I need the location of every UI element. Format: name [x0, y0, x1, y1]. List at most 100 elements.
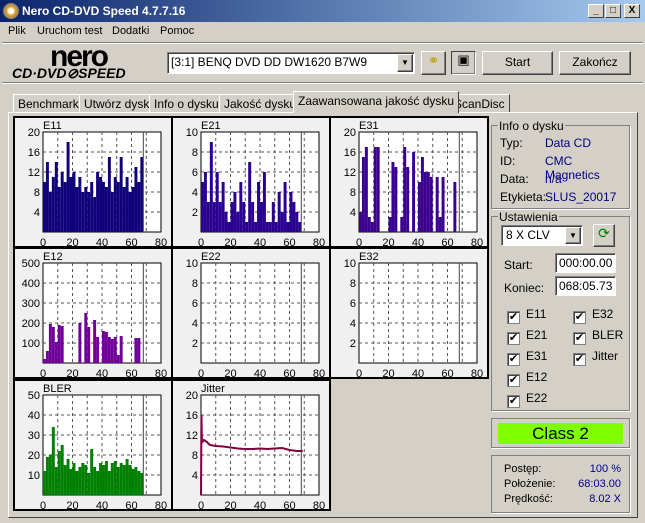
- menu-uruchom-test[interactable]: Uruchom test: [37, 25, 102, 37]
- bar: [99, 177, 102, 232]
- drive-select[interactable]: [3:1] BENQ DVD DD DW1620 B7W9 ▼: [167, 52, 415, 74]
- bar: [93, 467, 97, 495]
- bar: [84, 465, 88, 495]
- checkbox-label: E22: [526, 391, 548, 405]
- y-tick-label: 400: [22, 278, 40, 290]
- bar: [125, 459, 129, 495]
- checkbox-e22[interactable]: ✔ E22: [507, 391, 547, 408]
- bar: [87, 473, 91, 495]
- checkbox-label: E32: [592, 307, 614, 321]
- chevron-down-icon[interactable]: ▼: [397, 54, 413, 72]
- y-tick-label: 100: [22, 338, 40, 350]
- bar: [102, 182, 105, 232]
- x-tick-label: 40: [96, 368, 108, 377]
- bar: [93, 197, 97, 232]
- y-tick-label: 2: [350, 338, 356, 350]
- x-tick-label: 20: [382, 237, 394, 246]
- menu-plik[interactable]: Plik: [8, 25, 26, 37]
- bar: [128, 192, 132, 232]
- bar: [104, 461, 108, 495]
- checkmark-icon: ✔: [573, 353, 586, 366]
- y-tick-label: 10: [186, 127, 198, 139]
- checkmark-icon: ✔: [507, 332, 520, 345]
- close-button[interactable]: X: [624, 4, 640, 18]
- exit-button[interactable]: Zakończ: [559, 51, 631, 75]
- start-button[interactable]: Start: [482, 51, 553, 75]
- y-tick-label: 8: [192, 450, 198, 462]
- menu-dodatki[interactable]: Dodatki: [112, 25, 149, 37]
- checkbox-e11[interactable]: ✔ E11: [507, 307, 546, 324]
- x-tick-label: 60: [125, 368, 137, 377]
- bar: [224, 212, 228, 232]
- class-group: Class 2: [491, 418, 630, 448]
- x-tick-label: 20: [66, 500, 78, 509]
- chart-panel-e11: 4 8 12 16 20 0 20 40 60 80 E11: [13, 116, 173, 248]
- y-tick-label: 8: [192, 147, 198, 159]
- tab-zaawansowana-jakosc-dysku[interactable]: Zaawansowana jakość dysku: [293, 91, 460, 113]
- bar: [233, 192, 237, 232]
- checkbox-bler[interactable]: ✔ BLER: [573, 328, 623, 345]
- tab-utworz-dysk[interactable]: Utwórz dysk: [79, 94, 155, 112]
- refresh-drive-button[interactable]: ⚭: [421, 51, 446, 75]
- bar: [110, 463, 114, 495]
- checkbox-e31[interactable]: ✔ E31: [507, 349, 547, 366]
- y-tick-label: 12: [28, 167, 40, 179]
- bar: [96, 172, 100, 232]
- chart-title: E12: [43, 251, 63, 263]
- bar: [364, 147, 368, 232]
- checkbox-e12[interactable]: ✔ E12: [507, 370, 547, 387]
- bar: [107, 337, 111, 363]
- minimize-button[interactable]: _: [588, 4, 604, 18]
- refresh-speed-button[interactable]: ⟳: [593, 224, 615, 247]
- chart-title: E22: [201, 251, 221, 263]
- x-tick-label: 80: [313, 500, 325, 509]
- title-bar: Nero CD-DVD Speed 4.7.7.16 _ □ X: [0, 0, 645, 22]
- bar: [426, 172, 430, 232]
- chart-title: BLER: [43, 383, 72, 395]
- x-tick-label: 40: [254, 237, 266, 246]
- bar: [96, 471, 100, 495]
- bar: [406, 167, 410, 232]
- chevron-down-icon[interactable]: ▼: [565, 227, 581, 244]
- bar: [110, 192, 114, 232]
- bar: [99, 463, 102, 495]
- bar: [215, 172, 219, 232]
- maximize-button[interactable]: □: [605, 4, 621, 18]
- checkbox-label: E12: [526, 370, 548, 384]
- divider: [2, 82, 643, 84]
- y-tick-label: 6: [350, 298, 356, 310]
- x-tick-label: 0: [198, 500, 204, 509]
- checkbox-e32[interactable]: ✔ E32: [573, 307, 613, 324]
- tab-jakosc-dysku[interactable]: Jakość dysku: [219, 94, 302, 112]
- save-button[interactable]: ▣: [451, 51, 476, 75]
- bar: [78, 323, 82, 363]
- bar: [137, 471, 141, 495]
- tab-info-o-dysku[interactable]: Info o dysku: [149, 94, 224, 112]
- checkbox-jitter[interactable]: ✔ Jitter: [573, 349, 618, 366]
- bar: [388, 217, 392, 232]
- bar: [84, 187, 88, 232]
- checkbox-e21[interactable]: ✔ E21: [507, 328, 547, 345]
- bar: [283, 182, 287, 232]
- y-tick-label: 4: [34, 207, 40, 219]
- speed-select[interactable]: 8 X CLV ▼: [501, 225, 583, 246]
- end-time-input[interactable]: 068:05.73: [555, 276, 616, 296]
- info-key: Etykieta:: [500, 190, 547, 204]
- bar: [236, 212, 240, 232]
- info-key: Data:: [500, 172, 529, 186]
- bar: [271, 202, 275, 232]
- y-tick-label: 300: [22, 298, 40, 310]
- bar: [51, 327, 55, 363]
- bar: [289, 192, 293, 232]
- x-tick-label: 60: [441, 237, 453, 246]
- chart-title: E32: [359, 251, 379, 263]
- bar: [257, 182, 260, 232]
- bar: [63, 182, 67, 232]
- x-tick-label: 20: [66, 237, 78, 246]
- bar: [60, 172, 64, 232]
- menu-pomoc[interactable]: Pomoc: [160, 25, 194, 37]
- start-time-input[interactable]: 000:00.00: [555, 253, 616, 273]
- x-tick-label: 80: [155, 368, 167, 377]
- tab-benchmark[interactable]: Benchmark: [13, 94, 84, 112]
- chart-title: E31: [359, 120, 379, 132]
